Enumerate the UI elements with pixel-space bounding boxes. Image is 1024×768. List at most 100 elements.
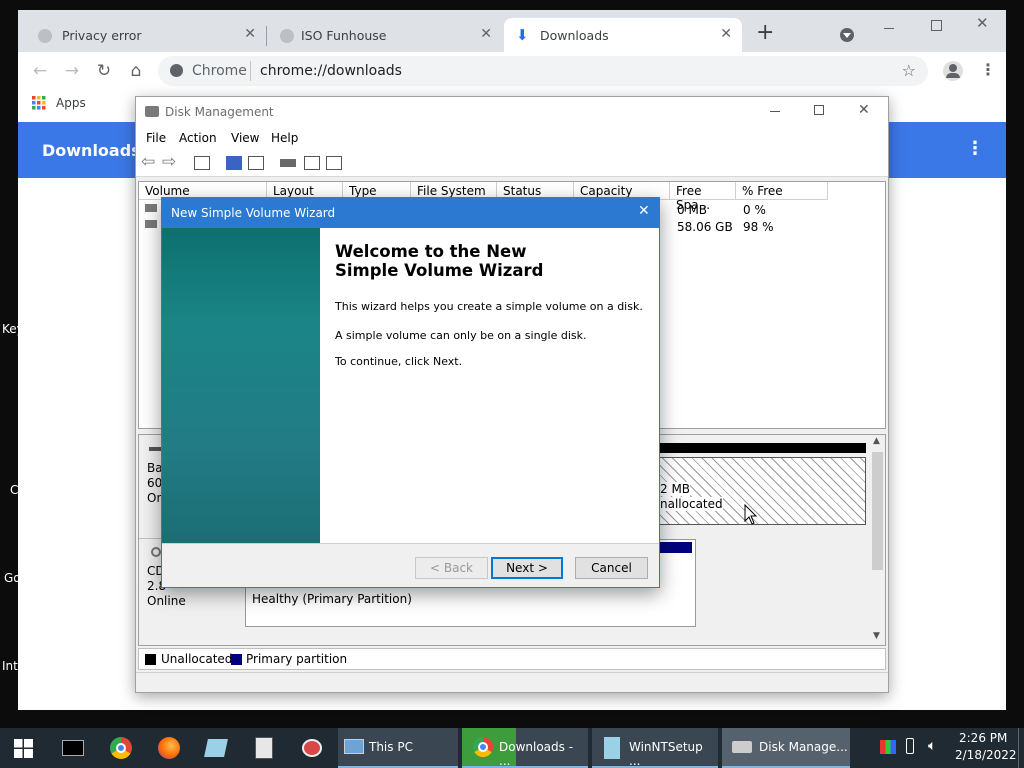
menu-help[interactable]: Help <box>271 131 298 145</box>
terminal-icon <box>62 740 84 756</box>
close-icon[interactable]: ✕ <box>858 102 870 118</box>
kebab-menu-icon[interactable]: ⋮ <box>966 138 984 159</box>
unallocated-partition[interactable]: 2 MB nallocated <box>659 457 866 525</box>
legend-unallocated: Unallocated <box>161 652 233 666</box>
forward-arrow-icon[interactable]: → <box>62 61 82 81</box>
back-arrow-icon[interactable]: ⇦ <box>141 152 155 172</box>
taskbar-this-pc[interactable]: This PC <box>338 728 458 768</box>
tab-search-button[interactable] <box>840 28 854 42</box>
column-header-free-space[interactable]: Free Spa... <box>670 182 736 212</box>
help-icon[interactable] <box>226 156 242 170</box>
scheme-label: Chrome <box>192 63 247 79</box>
taskbar-firefox[interactable] <box>146 728 192 768</box>
apps-bookmark[interactable]: Apps <box>56 96 86 110</box>
show-desktop-button[interactable] <box>1018 728 1019 768</box>
url-text[interactable]: chrome://downloads <box>260 63 402 79</box>
close-icon[interactable]: ✕ <box>638 203 650 219</box>
chevron-down-icon <box>843 33 851 38</box>
settings-list-icon[interactable] <box>326 156 342 170</box>
menu-bar: File Action View Help <box>136 127 888 149</box>
close-window-icon[interactable]: ✕ <box>976 14 989 32</box>
cancel-button[interactable]: Cancel <box>575 557 648 579</box>
vertical-scrollbar[interactable]: ▲ ▼ <box>870 435 885 645</box>
status-bar <box>136 672 888 692</box>
taskbar-downloads[interactable]: Downloads - ... <box>462 728 588 768</box>
partition-status: Healthy (Primary Partition) <box>252 592 412 606</box>
tab-strip: Privacy error ✕ ISO Funhouse ✕ ⬇ Downloa… <box>18 10 1006 52</box>
menu-view[interactable]: View <box>231 131 259 145</box>
chrome-icon-center <box>478 742 488 752</box>
scroll-thumb[interactable] <box>872 452 883 570</box>
cdrom-line3: Online <box>147 594 186 608</box>
unallocated-color-bar <box>659 443 866 453</box>
console-tree-icon[interactable] <box>194 156 210 170</box>
pct-free-cell: 98 % <box>743 220 774 234</box>
free-space-cell: 0 MB <box>677 203 708 217</box>
address-bar[interactable]: Chrome chrome://downloads ☆ <box>158 56 928 86</box>
cdrom-icon <box>151 547 161 557</box>
clock-time[interactable]: 2:26 PM <box>959 731 1007 745</box>
taskbar-label: This PC <box>369 740 413 754</box>
forward-arrow-icon[interactable]: ⇨ <box>162 152 176 172</box>
close-icon[interactable]: ✕ <box>480 26 492 42</box>
profile-avatar[interactable] <box>943 61 963 81</box>
disk-icon <box>149 447 161 451</box>
computer-icon <box>344 739 364 754</box>
chrome-icon <box>473 737 493 757</box>
star-icon[interactable]: ☆ <box>902 61 916 80</box>
taskbar-app-5[interactable] <box>290 728 336 768</box>
title-bar: Disk Management ✕ <box>136 97 888 127</box>
wizard-title-bar: New Simple Volume Wizard ✕ <box>162 198 659 228</box>
tab-title: Privacy error <box>62 28 142 43</box>
close-icon[interactable]: ✕ <box>244 26 256 42</box>
kebab-menu-icon[interactable]: ⋮ <box>980 60 996 79</box>
new-simple-volume-wizard: New Simple Volume Wizard ✕ Welcome to th… <box>161 197 660 588</box>
connect-icon[interactable] <box>280 159 296 167</box>
minimize-icon[interactable] <box>770 111 780 112</box>
maximize-icon[interactable] <box>931 20 942 31</box>
tray-app-icon[interactable] <box>880 740 896 754</box>
page-title: Downloads <box>42 141 141 160</box>
clock-date[interactable]: 2/18/2022 <box>955 748 1017 762</box>
taskbar-app-4[interactable] <box>242 728 288 768</box>
taskbar-app-3[interactable] <box>194 728 240 768</box>
volume-muted-icon[interactable]: 🔈︎ <box>928 738 936 754</box>
column-header-pct-free[interactable]: % Free <box>736 182 828 200</box>
scroll-up-icon[interactable]: ▲ <box>873 436 880 446</box>
tab-iso-funhouse[interactable]: ISO Funhouse ✕ <box>266 18 502 52</box>
taskbar-chrome-pinned[interactable] <box>98 728 144 768</box>
minimize-icon[interactable] <box>884 28 894 29</box>
home-icon[interactable]: ⌂ <box>126 61 146 81</box>
menu-action[interactable]: Action <box>179 131 217 145</box>
taskbar-disk-management[interactable]: Disk Manage... <box>722 728 850 768</box>
window-title: Disk Management <box>165 105 274 119</box>
tab-downloads[interactable]: ⬇ Downloads ✕ <box>504 18 742 52</box>
chrome-logo-icon <box>170 64 183 77</box>
taskbar-winntsetup[interactable]: WinNTSetup ... <box>592 728 718 768</box>
new-tab-button[interactable]: + <box>756 22 774 44</box>
reload-icon[interactable]: ↻ <box>94 61 114 81</box>
person-icon <box>949 64 957 72</box>
pct-free-cell: 0 % <box>743 203 766 217</box>
checklist-icon[interactable] <box>304 156 320 170</box>
omnibox-divider <box>250 61 251 81</box>
start-button[interactable] <box>0 728 48 768</box>
toolbar: ⇦ ⇨ <box>136 149 888 177</box>
apps-grid-icon[interactable] <box>32 96 46 110</box>
scroll-down-icon[interactable]: ▼ <box>873 631 880 641</box>
back-button[interactable]: < Back <box>415 557 488 579</box>
properties-icon[interactable] <box>248 156 264 170</box>
menu-file[interactable]: File <box>146 131 166 145</box>
disk-drive-icon <box>145 106 159 117</box>
close-icon[interactable]: ✕ <box>720 26 732 42</box>
legend-swatch-unallocated <box>145 654 156 665</box>
wizard-side-banner <box>162 228 320 543</box>
next-button[interactable]: Next > <box>491 557 563 579</box>
taskbar-cmd[interactable] <box>50 728 96 768</box>
tab-privacy-error[interactable]: Privacy error ✕ <box>18 18 266 52</box>
wizard-body: Welcome to the New Simple Volume Wizard … <box>320 228 659 543</box>
maximize-icon[interactable] <box>814 105 824 115</box>
back-arrow-icon[interactable]: ← <box>30 61 50 81</box>
desktop-icon-label[interactable]: Int <box>2 659 18 673</box>
usb-icon[interactable] <box>906 738 914 754</box>
